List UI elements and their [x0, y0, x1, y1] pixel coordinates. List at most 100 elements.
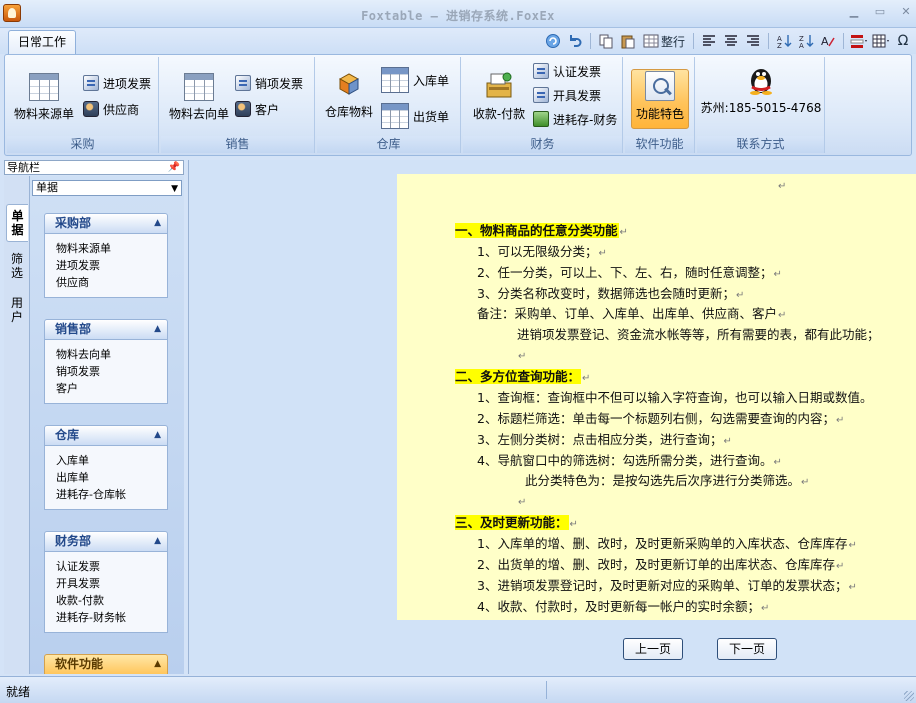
paste-icon[interactable]: [619, 32, 637, 50]
doc-line: 1、查询框：查询框中不但可以输入字符查询，也可以输入日期或数值。: [477, 390, 873, 405]
ribbon: 物料来源单 进项发票 供应商 采购 物料去向单 销项发票 客户 销售 仓库物料 …: [4, 54, 912, 156]
input-invoice-label: 进项发票: [103, 76, 152, 91]
nav-item[interactable]: 进项发票: [56, 257, 167, 274]
align-right-icon[interactable]: [744, 32, 762, 50]
copy-icon[interactable]: [597, 32, 615, 50]
nav-panel-header[interactable]: 采购部 ▲: [44, 213, 168, 234]
nav-item[interactable]: 开具发票: [56, 575, 167, 592]
nav-item[interactable]: 物料去向单: [56, 346, 167, 363]
finance-ledger-button[interactable]: 进耗存-财务: [533, 109, 617, 129]
doc-line-empty: ↵: [518, 497, 527, 508]
group-label-purchase: 采购: [7, 136, 158, 153]
inbound-button[interactable]: 入库单: [381, 65, 449, 95]
certify-invoice-label: 认证发票: [553, 64, 602, 79]
refresh-icon[interactable]: [544, 32, 562, 50]
doc-heading-2: 二、多方位查询功能： ↵: [455, 369, 591, 384]
undo-icon[interactable]: [566, 32, 584, 50]
warehouse-material-button[interactable]: 仓库物料: [321, 61, 377, 120]
align-left-icon[interactable]: [700, 32, 718, 50]
sort-ascending-icon[interactable]: AZ: [775, 32, 793, 50]
pin-icon[interactable]: 📌: [168, 161, 180, 174]
close-icon[interactable]: ✕: [900, 6, 912, 18]
nav-item[interactable]: 供应商: [56, 274, 167, 291]
warehouse-material-label: 仓库物料: [324, 105, 373, 119]
contact-button[interactable]: 苏州:185-5015-4768: [701, 61, 821, 116]
sort-descending-icon[interactable]: ZA: [797, 32, 815, 50]
nav-panel-purchase: 采购部 ▲ 物料来源单 进项发票 供应商: [44, 213, 168, 298]
doc-line: 1、入库单的增、删、改时，及时更新采购单的入库状态、仓库库存↵: [477, 536, 857, 551]
input-invoice-button[interactable]: 进项发票: [83, 73, 151, 93]
vtab-filter-label: 筛选: [11, 252, 24, 280]
resize-grip-icon[interactable]: [904, 691, 914, 701]
magnifier-icon: [645, 71, 675, 101]
nav-pane-body: 单据 ▼ 采购部 ▲ 物料来源单 进项发票 供应商 销售部 ▲ 物料去向单 销项发票…: [30, 176, 184, 674]
group-purchase: 物料来源单 进项发票 供应商 采购: [7, 57, 159, 153]
nav-panel-header[interactable]: 软件功能 ▲: [44, 654, 168, 674]
ribbon-tabs-row: 日常工作 整行 AZ ZA A Ω: [0, 28, 916, 54]
font-color-icon[interactable]: [850, 32, 868, 50]
next-page-button[interactable]: 下一页: [717, 638, 777, 660]
formula-icon[interactable]: Ω: [894, 32, 912, 50]
supplier-icon: [83, 101, 99, 117]
status-text: 就绪: [6, 685, 31, 699]
collapse-icon[interactable]: ▲: [154, 426, 161, 445]
customer-label: 客户: [255, 102, 280, 117]
doc-line-empty: ↵: [518, 351, 527, 362]
doc-line: 1、可以无限级分类；↵: [477, 244, 607, 259]
material-source-button[interactable]: 物料来源单: [13, 61, 75, 122]
certify-invoice-button[interactable]: 认证发票: [533, 61, 601, 81]
nav-item[interactable]: 入库单: [56, 452, 167, 469]
align-center-icon[interactable]: [722, 32, 740, 50]
nav-panel-sales: 销售部 ▲ 物料去向单 销项发票 客户: [44, 319, 168, 404]
features-button[interactable]: 功能特色: [631, 61, 689, 122]
maximize-icon[interactable]: ▭: [874, 6, 886, 18]
nav-item[interactable]: 物料来源单: [56, 240, 167, 257]
nav-panel-title: 采购部: [55, 216, 92, 230]
vtab-filter[interactable]: 筛选: [6, 248, 28, 284]
receipt-payment-button[interactable]: 收款-付款: [467, 61, 531, 122]
nav-panel-header[interactable]: 仓库 ▲: [44, 425, 168, 446]
doc-line-empty: ↵: [778, 181, 787, 192]
collapse-icon[interactable]: ▲: [154, 655, 161, 674]
nav-item[interactable]: 认证发票: [56, 558, 167, 575]
borders-icon[interactable]: [872, 32, 890, 50]
quick-toolbar: 整行 AZ ZA A Ω: [544, 31, 912, 51]
nav-item[interactable]: 收款-付款: [56, 592, 167, 609]
clear-format-icon[interactable]: A: [819, 32, 837, 50]
supplier-button[interactable]: 供应商: [83, 99, 139, 119]
vtab-users[interactable]: 用户: [6, 292, 28, 328]
customer-button[interactable]: 客户: [235, 99, 279, 119]
doc-line: 此分类特色为：是按勾选先后次序进行分类筛选。↵: [525, 473, 810, 488]
vtab-documents[interactable]: 单据: [6, 204, 28, 242]
material-destination-button[interactable]: 物料去向单: [167, 61, 231, 122]
status-bar: 就绪: [0, 676, 916, 703]
doc-line: 4、导航窗口中的筛选树：勾选所需分类，进行查询。↵: [477, 453, 782, 468]
nav-item[interactable]: 出库单: [56, 469, 167, 486]
collapse-icon[interactable]: ▲: [154, 320, 161, 339]
nav-item[interactable]: 进耗存-财务帐: [56, 609, 167, 626]
svg-text:Z: Z: [777, 42, 782, 49]
doc-heading-3: 三、及时更新功能： ↵: [455, 515, 578, 530]
issue-invoice-icon: [533, 87, 549, 103]
collapse-icon[interactable]: ▲: [154, 532, 161, 551]
material-destination-label: 物料去向单: [168, 107, 229, 121]
nav-item[interactable]: 销项发票: [56, 363, 167, 380]
nav-panel-header[interactable]: 财务部 ▲: [44, 531, 168, 552]
nav-panel-header[interactable]: 销售部 ▲: [44, 319, 168, 340]
tab-daily-work[interactable]: 日常工作: [8, 30, 76, 54]
outbound-button[interactable]: 出货单: [381, 101, 449, 131]
nav-panel-software: 软件功能 ▲: [44, 654, 168, 674]
doc-line: 3、分类名称改变时，数据筛选也会随时更新；↵: [477, 286, 745, 301]
nav-item[interactable]: 客户: [56, 380, 167, 397]
nav-item[interactable]: 进耗存-仓库帐: [56, 486, 167, 503]
output-invoice-button[interactable]: 销项发票: [235, 73, 303, 93]
group-label-finance: 财务: [463, 136, 622, 153]
nav-category-select[interactable]: 单据 ▼: [32, 180, 182, 196]
collapse-icon[interactable]: ▲: [154, 214, 161, 233]
title-bar: Foxtable — 进销存系统.FoxEx ▁ ▭ ✕: [0, 0, 916, 28]
issue-invoice-button[interactable]: 开具发票: [533, 85, 601, 105]
prev-page-button[interactable]: 上一页: [623, 638, 683, 660]
nav-panel-title: 销售部: [55, 322, 92, 336]
arrange-row-button[interactable]: 整行: [641, 32, 687, 50]
minimize-icon[interactable]: ▁: [848, 6, 860, 18]
